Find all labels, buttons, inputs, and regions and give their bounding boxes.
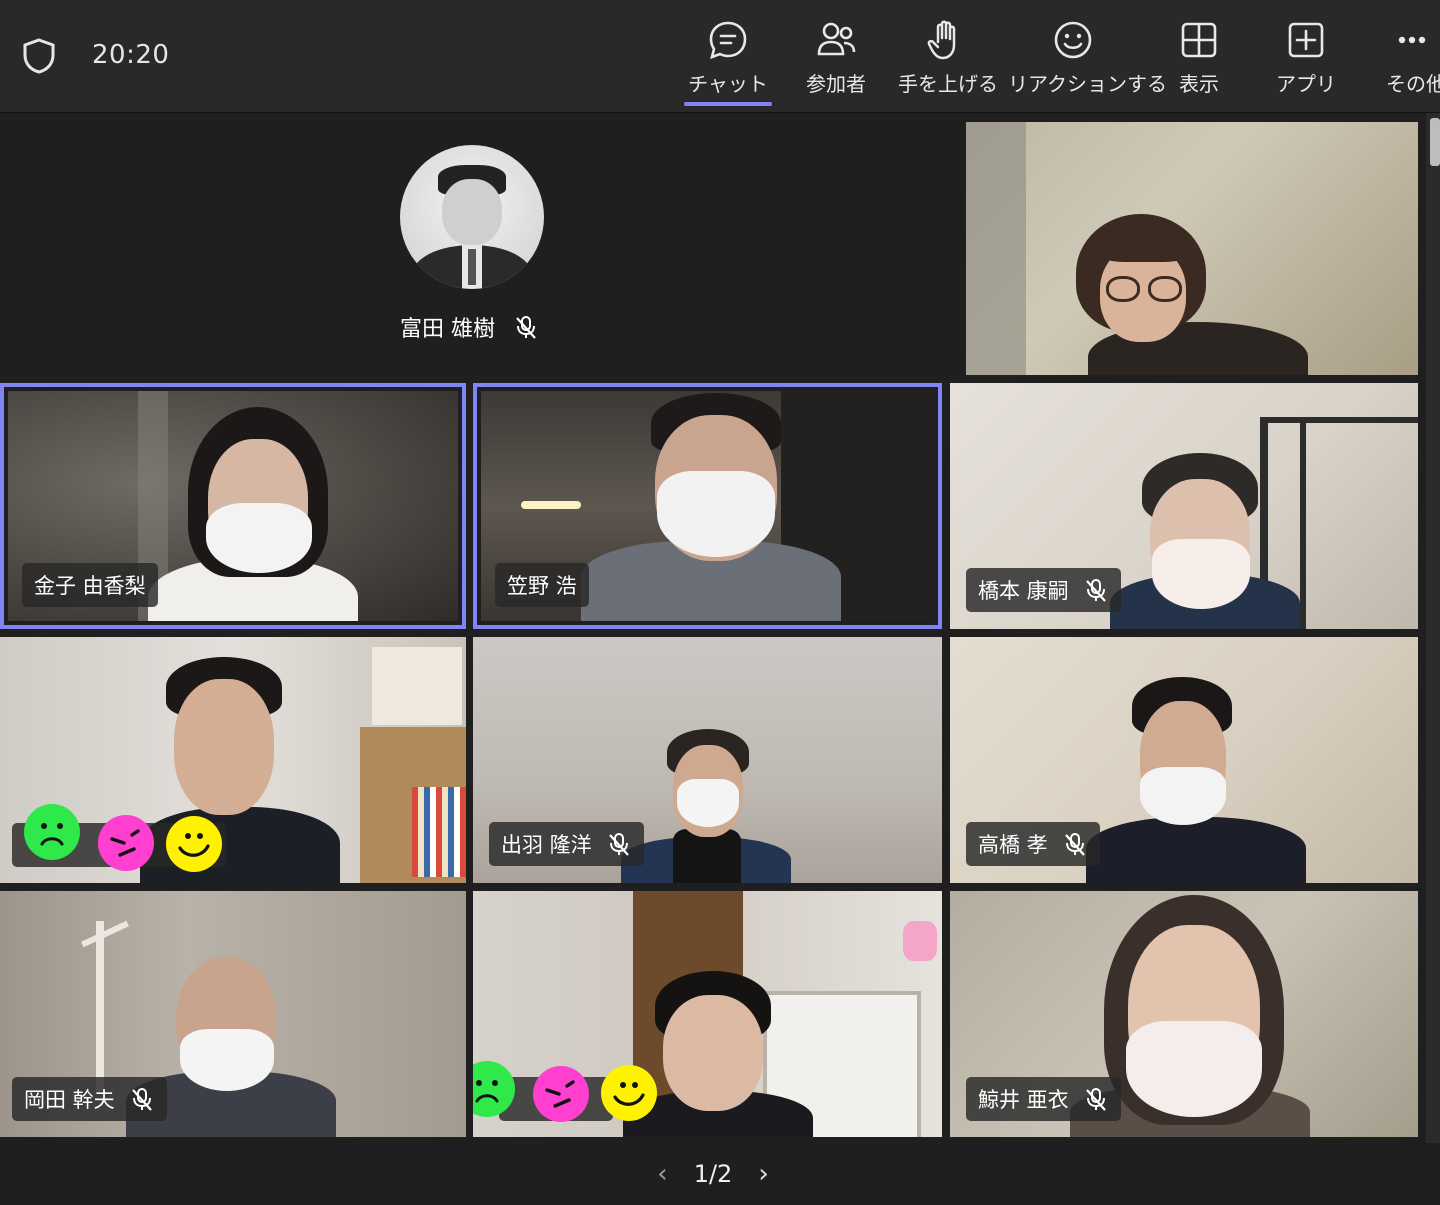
- toolbar-label: チャット: [688, 72, 768, 96]
- toolbar-label: 表示: [1179, 72, 1219, 96]
- participant-name-text: 笠野 浩: [507, 574, 577, 598]
- raise-hand-icon: [927, 20, 956, 60]
- video-tile[interactable]: 岡田 幹夫: [0, 891, 466, 1137]
- page-indicator: 1/2: [693, 1160, 733, 1188]
- toolbar-label: その他: [1386, 72, 1440, 96]
- mic-off-icon: [1085, 1088, 1106, 1111]
- video-gallery: 富田 雄樹 金子 由香梨 笠野 浩 橋本 康嗣 出羽 隆洋 高橋 孝 岡田 幹夫…: [0, 113, 1426, 1143]
- video-tile[interactable]: [966, 122, 1418, 375]
- video-tile[interactable]: [473, 891, 942, 1137]
- toolbar-label: アプリ: [1276, 72, 1336, 96]
- scrollbar-thumb[interactable]: [1430, 118, 1440, 166]
- mic-off-icon: [516, 316, 536, 339]
- toolbar-view-button[interactable]: 表示: [1170, 14, 1228, 110]
- toolbar-label: 手を上げる: [898, 72, 998, 96]
- apps-add-icon: [1288, 22, 1324, 58]
- scrollbar[interactable]: [1426, 113, 1440, 1143]
- name-tag: 橋本 康嗣: [966, 568, 1121, 612]
- mic-off-icon: [1064, 833, 1085, 856]
- mic-off-icon: [1085, 579, 1106, 602]
- people-icon: [817, 22, 856, 56]
- participant-name-text: 出羽 隆洋: [501, 833, 592, 857]
- participant-name-text: 鯨井 亜衣: [978, 1088, 1069, 1112]
- chat-icon: [709, 21, 747, 60]
- toolbar-chat-button[interactable]: チャット: [684, 14, 772, 110]
- video-tile[interactable]: [0, 637, 466, 883]
- mic-off-icon: [131, 1088, 152, 1111]
- meeting-timer: 20:20: [92, 40, 170, 70]
- name-tag: 鯨井 亜衣: [966, 1077, 1121, 1121]
- name-tag: 岡田 幹夫: [12, 1077, 167, 1121]
- reaction-sad-icon: [24, 804, 80, 860]
- toolbar-label: 参加者: [806, 72, 866, 96]
- video-tile[interactable]: 金子 由香梨: [0, 383, 466, 629]
- participant-name: 富田 雄樹: [400, 311, 539, 343]
- more-icon: [1398, 36, 1426, 44]
- reaction-smile-icon: [601, 1065, 657, 1121]
- avatar-tile[interactable]: 富田 雄樹: [0, 113, 950, 375]
- video-tile[interactable]: 出羽 隆洋: [473, 637, 942, 883]
- toolbar-apps-button[interactable]: アプリ: [1276, 14, 1336, 110]
- reaction-sad-icon: [473, 1061, 515, 1117]
- toolbar-label: リアクションする: [1008, 72, 1167, 96]
- reaction-angry-icon: [533, 1066, 589, 1122]
- reaction-smile-icon: [166, 816, 222, 872]
- view-grid-icon: [1181, 22, 1217, 58]
- video-tile[interactable]: 鯨井 亜衣: [950, 891, 1418, 1137]
- mic-off-icon: [608, 833, 629, 856]
- meeting-toolbar: 20:20 チャット 参加者 手を上げる リアクションする 表示 アプリ その他: [0, 0, 1440, 113]
- name-tag: 高橋 孝: [966, 822, 1100, 866]
- participant-name-text: 岡田 幹夫: [24, 1088, 115, 1112]
- participant-name-text: 橋本 康嗣: [978, 579, 1069, 603]
- reaction-icon: [1054, 21, 1092, 59]
- toolbar-participants-button[interactable]: 参加者: [800, 14, 872, 110]
- active-tab-indicator: [684, 102, 772, 106]
- video-tile[interactable]: 高橋 孝: [950, 637, 1418, 883]
- shield-icon[interactable]: [22, 38, 56, 74]
- name-tag: 出羽 隆洋: [489, 822, 644, 866]
- video-tile[interactable]: 橋本 康嗣: [950, 383, 1418, 629]
- reaction-angry-icon: [98, 815, 154, 871]
- avatar: [400, 145, 544, 289]
- toolbar-raise-hand-button[interactable]: 手を上げる: [898, 14, 998, 110]
- participant-name-text: 高橋 孝: [978, 833, 1048, 857]
- toolbar-more-button[interactable]: その他: [1380, 14, 1440, 110]
- participant-name-text: 富田 雄樹: [400, 317, 495, 342]
- name-tag: 笠野 浩: [495, 563, 589, 607]
- video-tile[interactable]: 笠野 浩: [473, 383, 942, 629]
- prev-page-button[interactable]: ‹: [657, 1159, 667, 1189]
- next-page-button[interactable]: ›: [758, 1159, 768, 1189]
- participant-name-text: 金子 由香梨: [34, 574, 146, 598]
- toolbar-reaction-button[interactable]: リアクションする: [1008, 14, 1167, 110]
- gallery-pager: ‹ 1/2 ›: [0, 1143, 1426, 1205]
- name-tag: 金子 由香梨: [22, 563, 158, 607]
